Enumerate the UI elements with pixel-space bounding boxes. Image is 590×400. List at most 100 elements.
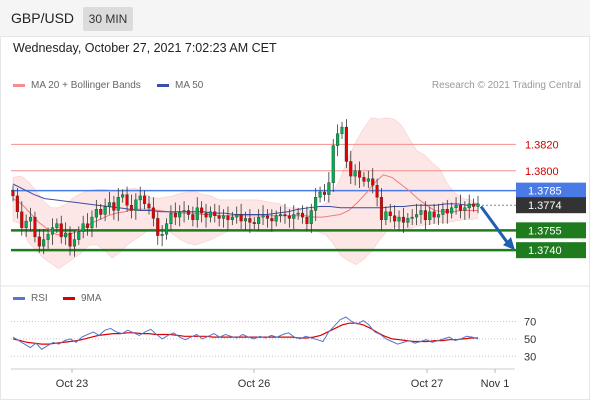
candle-body	[169, 212, 173, 224]
candle-body	[265, 215, 270, 219]
candle-body	[81, 223, 85, 232]
candle-body	[410, 216, 414, 219]
price-label-1.3755: 1.3755	[528, 225, 562, 237]
price-label-1.3774: 1.3774	[528, 200, 562, 212]
candle-body	[112, 202, 116, 211]
candle-body	[107, 202, 111, 207]
candle-body	[103, 206, 107, 215]
candle-body	[415, 214, 419, 218]
candle-body	[397, 216, 401, 222]
candle-body	[362, 177, 366, 182]
candle-body	[37, 236, 41, 247]
x-tick-label: Oct 23	[56, 378, 88, 390]
candle-body	[437, 214, 441, 218]
candle-body	[366, 178, 370, 182]
rsi-tick-30: 30	[524, 351, 536, 363]
candle-body	[147, 203, 151, 209]
candle-body	[401, 216, 406, 223]
candle-body	[195, 207, 199, 220]
candle-body	[261, 215, 265, 218]
candle-body	[371, 178, 375, 186]
rsi-tick-70: 70	[524, 316, 536, 328]
candle-body	[270, 218, 274, 222]
candle-body	[116, 196, 120, 211]
x-tick-label: Oct 26	[238, 378, 270, 390]
candle-body	[441, 208, 445, 215]
candle-body	[423, 210, 427, 221]
candle-body	[151, 207, 155, 219]
candle-body	[384, 211, 388, 220]
candle-body	[186, 210, 191, 215]
candle-body	[182, 210, 186, 212]
candle-body	[226, 215, 230, 221]
candle-body	[178, 211, 182, 218]
candle-body	[125, 194, 129, 206]
candle-body	[68, 232, 72, 247]
candle-body	[42, 239, 46, 247]
candle-body	[138, 195, 142, 201]
candle-body	[353, 170, 357, 177]
candle-body	[213, 211, 217, 217]
candle-body	[292, 214, 296, 219]
candle-body	[301, 212, 305, 218]
candle-body	[340, 126, 344, 134]
candle-body	[375, 185, 379, 198]
candle-body	[191, 214, 195, 221]
candle-body	[121, 194, 125, 198]
candle-body	[99, 208, 103, 215]
candle-body	[406, 218, 410, 223]
candle-body	[20, 211, 24, 228]
candle-body	[208, 211, 212, 218]
x-tick-label: Oct 27	[411, 378, 443, 390]
candle-body	[55, 223, 59, 228]
candle-body	[379, 196, 384, 220]
candle-body	[24, 220, 28, 228]
candle-body	[274, 215, 278, 222]
candle-body	[239, 214, 243, 222]
price-chart[interactable]: 70 50 30 1.3820 1.3800 1.3785 1.3774 1.3755 1.3…	[0, 0, 590, 400]
candle-body	[50, 227, 54, 235]
candle-body	[221, 215, 226, 219]
candle-body	[450, 207, 454, 214]
candle-body	[349, 161, 353, 177]
bollinger-band	[12, 117, 479, 270]
candle-body	[230, 216, 234, 220]
x-tick-label: Nov 1	[481, 378, 510, 390]
candle-body	[94, 208, 98, 218]
candle-body	[235, 214, 239, 218]
candle-body	[217, 215, 221, 219]
price-label-1.3785: 1.3785	[528, 186, 562, 198]
candle-body	[309, 210, 313, 224]
candle-body	[59, 223, 63, 238]
candle-body	[318, 191, 322, 198]
candle-body	[472, 203, 476, 207]
candle-body	[257, 216, 261, 224]
candle-body	[283, 214, 287, 216]
candle-body	[393, 215, 397, 222]
candle-body	[164, 223, 169, 235]
candle-body	[11, 190, 15, 197]
candle-body	[156, 218, 160, 236]
candle-body	[432, 211, 436, 218]
candle-body	[77, 231, 81, 240]
candle-body	[243, 218, 248, 222]
candle-body	[72, 239, 76, 247]
candle-body	[64, 232, 68, 238]
candle-body	[173, 212, 177, 218]
candle-body	[33, 216, 37, 238]
candle-body	[358, 170, 362, 178]
candle-body	[279, 214, 283, 216]
candle-body	[428, 211, 432, 220]
candle-body	[296, 212, 300, 215]
candle-body	[252, 222, 256, 224]
candle-body	[200, 207, 204, 214]
candle-body	[314, 196, 318, 211]
candle-body	[388, 211, 392, 217]
candle-body	[327, 182, 331, 195]
candle-body	[160, 234, 164, 236]
candle-body	[134, 199, 138, 211]
price-label-1.3800: 1.3800	[525, 166, 559, 178]
candle-body	[344, 126, 348, 162]
candle-body	[15, 195, 19, 212]
price-label-1.3820: 1.3820	[525, 139, 559, 151]
